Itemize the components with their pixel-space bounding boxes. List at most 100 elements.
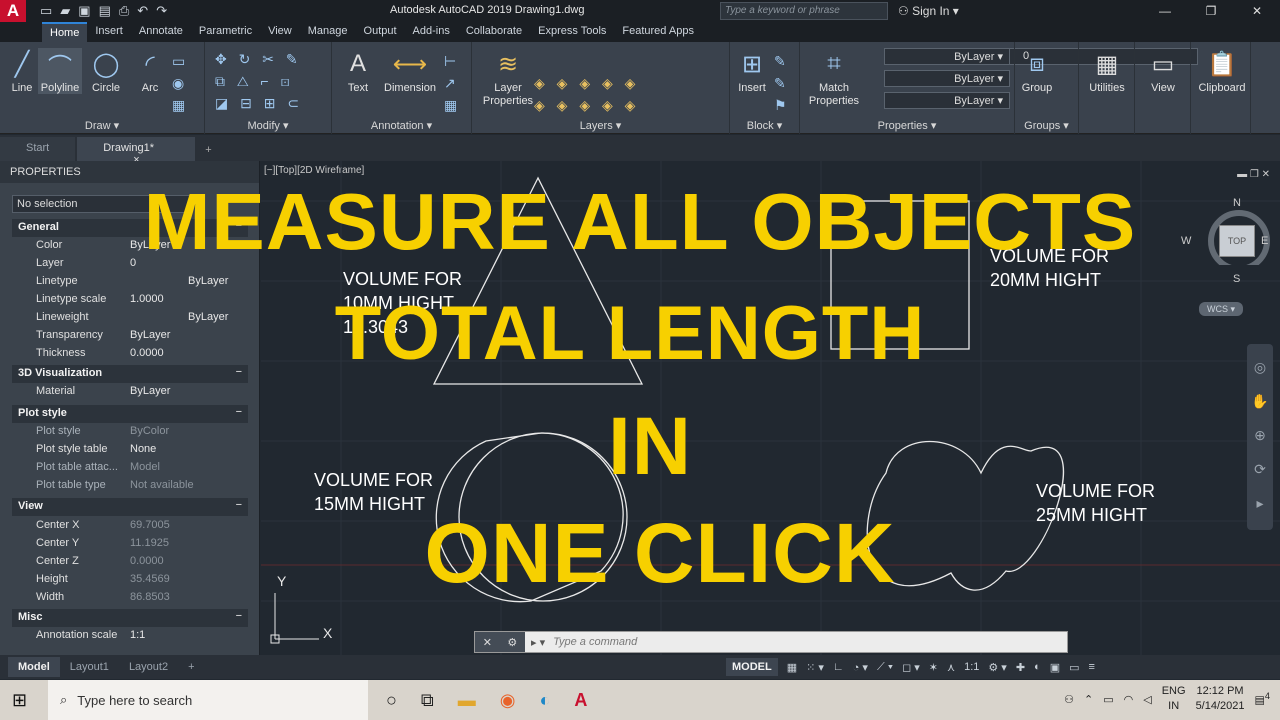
- block-small-icon[interactable]: ✎ ✎ ⚑: [774, 50, 791, 116]
- tab-view[interactable]: View: [260, 22, 300, 42]
- prop-row[interactable]: Linetype ByLayer: [12, 273, 248, 291]
- task-view-icon[interactable]: ⧉: [421, 690, 434, 711]
- tab-model[interactable]: Model: [8, 657, 60, 677]
- tab-manage[interactable]: Manage: [300, 22, 356, 42]
- tab-add-ins[interactable]: Add-ins: [405, 22, 458, 42]
- grid-icon[interactable]: ▦: [787, 661, 797, 674]
- taskbar-search[interactable]: ⌕ Type here to search: [48, 680, 368, 720]
- overlay-title-line3: IN: [608, 401, 692, 492]
- isodraft-icon[interactable]: ⟋ ▾: [877, 661, 893, 674]
- clock[interactable]: 12:12 PM 5/14/2021: [1196, 684, 1245, 714]
- tab-express-tools[interactable]: Express Tools: [530, 22, 614, 42]
- snap-icon[interactable]: ⁙ ▾: [806, 661, 824, 674]
- language-indicator[interactable]: ENG IN: [1162, 684, 1186, 714]
- keyword-search-input[interactable]: Type a keyword or phrase: [720, 2, 888, 20]
- workspace-gear-icon[interactable]: ⚙ ▾: [988, 661, 1006, 674]
- tab-collaborate[interactable]: Collaborate: [458, 22, 530, 42]
- polyline-button[interactable]: ⌒ Polyline: [38, 48, 82, 94]
- notification-icon[interactable]: ▤4: [1255, 691, 1271, 707]
- wrench-icon[interactable]: ⚙: [507, 636, 517, 649]
- ortho-icon[interactable]: ∟: [833, 661, 844, 673]
- polar-icon[interactable]: ◔ ▾: [853, 661, 868, 674]
- modify-tools-icon[interactable]: ✥ ↻ ✂ ✎ ⧉ △ ⌐ ⊡ ◪ ⊟ ⊞ ⊂: [215, 48, 303, 114]
- battery-icon[interactable]: ▭: [1103, 693, 1113, 706]
- lineweight-dropdown[interactable]: ByLayer ▾: [884, 92, 1010, 109]
- cortana-icon[interactable]: ○: [386, 690, 397, 711]
- tab-featured-apps[interactable]: Featured Apps: [614, 22, 702, 42]
- new-tab-button[interactable]: +: [197, 139, 219, 161]
- tab-parametric[interactable]: Parametric: [191, 22, 260, 42]
- insert-button[interactable]: ⊞ Insert: [730, 48, 774, 95]
- redo-icon[interactable]: ↷: [156, 3, 167, 19]
- restore-icon[interactable]: ❐: [1188, 0, 1234, 22]
- prop-row[interactable]: Annotation scale 1:1: [12, 627, 248, 645]
- model-space-button[interactable]: MODEL: [726, 658, 778, 676]
- draw-panel-label[interactable]: Draw ▾: [0, 119, 204, 132]
- annotation-scale-value[interactable]: 1:1: [964, 661, 979, 673]
- firefox-icon[interactable]: ◉: [500, 690, 516, 711]
- groups-panel-label[interactable]: Groups ▾: [1015, 119, 1078, 132]
- new-file-icon[interactable]: ▭: [40, 3, 52, 19]
- group-button[interactable]: ⧈ Group: [1015, 48, 1059, 94]
- autocad-taskbar-icon[interactable]: A: [574, 690, 587, 711]
- close-icon[interactable]: ✕: [483, 636, 492, 649]
- annotation-scale-icon[interactable]: ⋏: [947, 661, 955, 674]
- match-properties-button[interactable]: ⌗ Match Properties: [808, 48, 860, 108]
- tray-chevron-icon[interactable]: ⌃: [1084, 693, 1093, 706]
- properties-panel-label[interactable]: Properties ▾: [800, 119, 1014, 132]
- section-misc[interactable]: Misc −: [12, 609, 248, 627]
- view-button[interactable]: ▭ View: [1141, 48, 1185, 95]
- layer-tools-icon[interactable]: ◈ ◈ ◈ ◈ ◈ ◈ ◈ ◈ ◈ ◈: [534, 72, 639, 116]
- isolate-icon[interactable]: ◐: [1034, 661, 1041, 673]
- close-icon[interactable]: ✕: [1234, 0, 1280, 22]
- clipboard-button[interactable]: 📋 Clipboard: [1197, 48, 1247, 95]
- prop-row[interactable]: Material ByLayer: [12, 383, 248, 401]
- undo-icon[interactable]: ↶: [137, 3, 148, 19]
- linetype-dropdown[interactable]: ByLayer ▾: [884, 70, 1010, 87]
- tab-start[interactable]: Start: [0, 137, 76, 161]
- layers-panel-label[interactable]: Layers ▾: [472, 119, 729, 132]
- add-layout-button[interactable]: +: [178, 657, 204, 677]
- hardware-accel-icon[interactable]: ▣: [1050, 661, 1060, 674]
- open-file-icon[interactable]: ▰: [60, 3, 70, 19]
- people-icon[interactable]: ⚇: [1064, 693, 1074, 706]
- utilities-button[interactable]: ▦ Utilities: [1085, 48, 1129, 95]
- arc-button[interactable]: ◜ Arc: [128, 48, 172, 95]
- annotation-small-icon[interactable]: ⊢ ↗ ▦: [444, 50, 461, 116]
- tab-layout1[interactable]: Layout1: [60, 657, 119, 677]
- windows-start-icon[interactable]: ⊞: [12, 690, 27, 711]
- customize-icon[interactable]: ≡: [1089, 661, 1095, 673]
- edge-icon[interactable]: ◐: [539, 690, 550, 711]
- clean-screen-icon[interactable]: ▭: [1069, 661, 1079, 674]
- tab-home[interactable]: Home: [42, 22, 88, 42]
- layer-properties-button[interactable]: ≋ Layer Properties: [480, 48, 536, 108]
- tab-annotate[interactable]: Annotate: [131, 22, 191, 42]
- annotation-panel-label[interactable]: Annotation ▾: [332, 119, 471, 132]
- command-input[interactable]: Type a command: [545, 636, 637, 648]
- plus-icon[interactable]: ✚: [1016, 661, 1025, 674]
- tab-drawing1[interactable]: Drawing1* ×: [77, 137, 196, 166]
- save-as-icon[interactable]: ▤: [99, 3, 111, 19]
- dimension-button[interactable]: ⟷ Dimension: [380, 48, 440, 95]
- save-icon[interactable]: ▣: [78, 3, 90, 19]
- plot-icon[interactable]: ⎙: [119, 3, 129, 19]
- text-button[interactable]: A Text: [336, 48, 380, 94]
- modify-panel-label[interactable]: Modify ▾: [205, 119, 331, 132]
- volume-icon[interactable]: ◁: [1143, 693, 1151, 706]
- block-panel-label[interactable]: Block ▾: [730, 119, 799, 132]
- osnap-icon[interactable]: ◻ ▾: [902, 661, 920, 674]
- compass-s[interactable]: S: [1233, 273, 1240, 285]
- tab-output[interactable]: Output: [356, 22, 405, 42]
- tab-insert[interactable]: Insert: [87, 22, 131, 42]
- autocad-logo-icon[interactable]: A: [0, 0, 26, 22]
- circle-button[interactable]: ◯ Circle: [84, 48, 128, 95]
- sign-in-button[interactable]: ⚇ Sign In ▾: [898, 4, 959, 18]
- draw-small-tools-icon[interactable]: ▭ ◉ ▦: [172, 50, 189, 116]
- command-line[interactable]: ✕ ⚙ ▸ ▾ Type a command: [474, 631, 1068, 653]
- color-dropdown[interactable]: ByLayer ▾: [884, 48, 1010, 65]
- file-explorer-icon[interactable]: ▬: [458, 690, 476, 711]
- minimize-icon[interactable]: —: [1142, 0, 1188, 22]
- tab-layout2[interactable]: Layout2: [119, 657, 178, 677]
- wifi-icon[interactable]: ◠: [1124, 693, 1134, 706]
- annotation-visibility-icon[interactable]: ✶: [929, 661, 938, 674]
